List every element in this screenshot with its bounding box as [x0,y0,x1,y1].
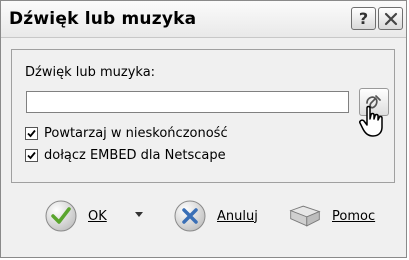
embed-checkbox-row[interactable]: dołącz EMBED dla Netscape [25,146,226,164]
hand-cursor-icon [359,105,383,137]
checkmark-circle-icon [45,200,77,232]
help-button-label: Pomoc [332,208,376,224]
title-bar[interactable]: Dźwięk lub muzyka ? [1,1,406,38]
cancel-button-label: Anuluj [217,208,258,224]
sound-field-label: Dźwięk lub muzyka: [25,65,156,80]
window-title: Dźwięk lub muzyka [9,9,197,29]
embed-checkbox-label: dołącz EMBED dla Netscape [44,147,226,163]
embed-checkbox[interactable] [25,148,38,162]
book-icon [289,205,321,227]
loop-checkbox-label: Powtarzaj w nieskończoność [44,125,228,141]
checkmark-icon [27,151,36,159]
ok-dropdown-arrow-icon[interactable] [134,211,144,219]
sound-path-input[interactable] [26,91,349,113]
checkmark-icon [27,129,36,137]
cancel-x-circle-icon [174,200,206,232]
dialog-window: Dźwięk lub muzyka ? Dźwięk lub muzyka: P… [0,0,407,258]
loop-checkbox-row[interactable]: Powtarzaj w nieskończoność [25,124,228,142]
help-button[interactable]: Pomoc [288,197,375,235]
help-title-button[interactable]: ? [351,7,376,30]
close-button[interactable] [378,7,403,30]
ok-button-label: OK [88,208,107,224]
close-icon [384,12,397,25]
cancel-button[interactable]: Anuluj [173,197,258,235]
ok-button[interactable]: OK [44,197,107,235]
loop-checkbox[interactable] [25,126,38,140]
question-icon: ? [358,9,369,28]
